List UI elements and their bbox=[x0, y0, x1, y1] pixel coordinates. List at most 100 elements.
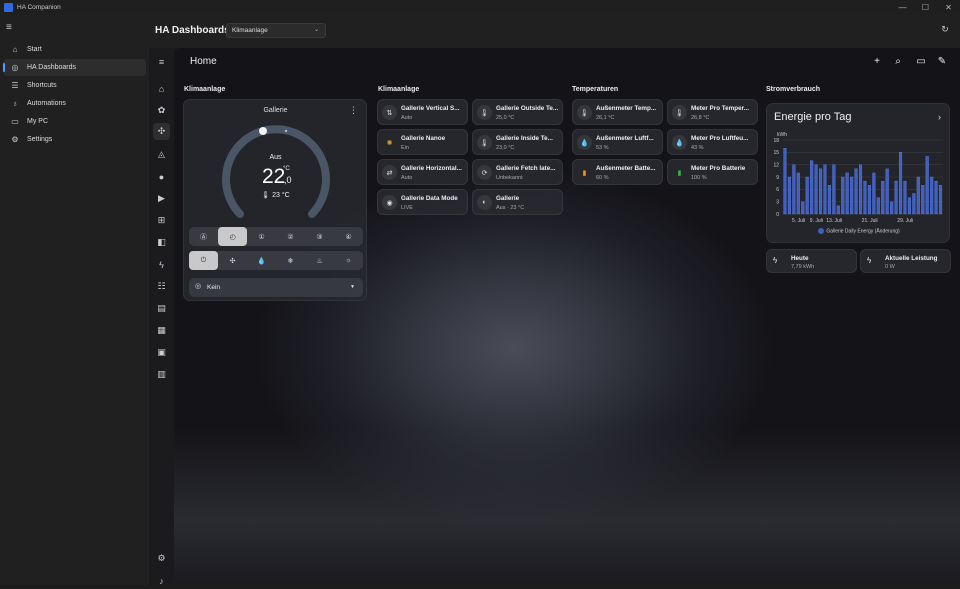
tile-heute[interactable]: ϟ Heute 7,79 kWh bbox=[766, 249, 857, 273]
rail-paint-icon[interactable]: ◬ bbox=[153, 146, 170, 163]
nav-item-my-pc[interactable]: ▭ My PC bbox=[3, 113, 146, 130]
header-bar: HA Dashboards Klimaanlage ⌄ ↻ bbox=[149, 14, 960, 48]
hamburger-menu-icon[interactable]: ≡ bbox=[6, 22, 20, 34]
bar bbox=[885, 168, 889, 215]
thermostat-state: Aus bbox=[269, 154, 282, 161]
legend-swatch bbox=[818, 228, 825, 234]
current-temperature: 🌡 23 °C bbox=[261, 192, 290, 199]
rail-list-icon[interactable]: ☷ bbox=[153, 278, 170, 295]
preset-select[interactable]: ◎ Kein ▼ bbox=[189, 278, 363, 297]
assist-chat-icon[interactable]: ▭ bbox=[914, 56, 928, 70]
bar bbox=[859, 164, 863, 215]
x-tick-label: 13. Juli bbox=[826, 218, 842, 224]
tile-state: 25,0 °C bbox=[496, 115, 515, 121]
rail-chart-icon[interactable]: ▤ bbox=[153, 300, 170, 317]
heat-button[interactable]: ♨ bbox=[305, 251, 334, 270]
entity-tile[interactable]: ✺ Gallerie Nanoe Ein bbox=[377, 129, 468, 155]
entity-tile[interactable]: 🌡 Gallerie Inside Te... 23,0 °C bbox=[472, 129, 563, 155]
entity-tile[interactable]: 💧 Meter Pro Luftfeu... 43 % bbox=[667, 129, 758, 155]
rail-menu-icon[interactable]: ≡ bbox=[153, 53, 170, 70]
bar bbox=[801, 201, 805, 215]
target-temperature: 22 bbox=[262, 165, 286, 188]
refresh-icon[interactable]: ↻ bbox=[938, 24, 952, 38]
chevron-right-icon[interactable]: › bbox=[938, 112, 941, 122]
temperature-unit: °C bbox=[283, 166, 290, 172]
entity-tile[interactable]: ⟳ Gallerie Fetch late... Unbekannt bbox=[472, 159, 563, 185]
chart-legend[interactable]: Gallerie Daily Energy (Änderung) bbox=[767, 228, 951, 234]
nav-item-shortcuts[interactable]: ☰ Shortcuts bbox=[3, 77, 146, 94]
fan-only-button[interactable]: ✣ bbox=[218, 251, 247, 270]
rail-media-icon[interactable]: ▣ bbox=[153, 344, 170, 361]
y-tick-label: 15 bbox=[773, 150, 779, 156]
view-title: Home bbox=[190, 56, 217, 67]
battery-full-icon: ▮ bbox=[677, 169, 682, 177]
edit-pencil-icon[interactable]: ✎ bbox=[935, 56, 949, 70]
rail-home-icon[interactable]: ⌂ bbox=[153, 80, 170, 97]
tile-name: Außenmeter Batte... bbox=[596, 165, 656, 172]
dry-button[interactable]: 💧 bbox=[247, 251, 276, 270]
fan-auto-button[interactable]: Ⓐ bbox=[189, 227, 218, 246]
bar bbox=[810, 160, 814, 215]
rail-bell-icon[interactable]: ♪ bbox=[153, 572, 170, 589]
tile-name: Außenmeter Temp... bbox=[596, 105, 657, 112]
entity-tile[interactable]: ◐ Gallerie Aus · 23 °C bbox=[472, 189, 563, 215]
add-icon[interactable]: + bbox=[870, 56, 884, 70]
close-button[interactable]: ✕ bbox=[937, 0, 960, 14]
bar bbox=[890, 201, 894, 215]
entity-tile[interactable]: ⇄ Gallerie Horizontal... Auto bbox=[377, 159, 468, 185]
nav-item-settings[interactable]: ⚙ Settings bbox=[3, 131, 146, 148]
rail-person-icon[interactable]: ● bbox=[153, 168, 170, 185]
rail-calendar-icon[interactable]: ▥ bbox=[153, 366, 170, 383]
entity-tile[interactable]: ▮ Außenmeter Batte... 60 % bbox=[572, 159, 663, 185]
y-tick-label: 9 bbox=[776, 175, 779, 181]
fan-high-button[interactable]: ③ bbox=[305, 227, 334, 246]
tile-name: Gallerie Vertical S... bbox=[401, 105, 460, 112]
maximize-button[interactable]: ☐ bbox=[914, 0, 937, 14]
tile-aktuelle-leistung[interactable]: ϟ Aktuelle Leistung 0 W bbox=[860, 249, 951, 273]
entity-tile[interactable]: 💧 Außenmeter Luftf... 53 % bbox=[572, 129, 663, 155]
rail-store-icon[interactable]: ▦ bbox=[153, 322, 170, 339]
rail-garden-icon[interactable]: ✿ bbox=[153, 102, 170, 119]
rail-settings-icon[interactable]: ⚙ bbox=[153, 550, 170, 567]
rail-play-icon[interactable]: ▶ bbox=[153, 190, 170, 207]
entity-tile[interactable]: 🌡 Gallerie Outside Te... 25,0 °C bbox=[472, 99, 563, 125]
tile-state: 23,0 °C bbox=[496, 145, 515, 151]
section-title-temperatures: Temperaturen bbox=[572, 86, 619, 93]
gear-icon: ⚙ bbox=[11, 135, 19, 144]
lightning-icon: ϟ bbox=[867, 256, 872, 265]
rail-fan-icon[interactable]: ✣ bbox=[153, 123, 170, 140]
more-options-icon[interactable]: ⋮ bbox=[349, 105, 358, 116]
chevron-down-icon: ⌄ bbox=[313, 27, 319, 33]
rail-lightning-icon[interactable]: ϟ bbox=[153, 256, 170, 273]
heat-cool-button[interactable]: ☼ bbox=[334, 251, 363, 270]
thermometer-icon: 🌡 bbox=[672, 105, 687, 120]
cool-button[interactable]: ❄ bbox=[276, 251, 305, 270]
battery-icon: ▮ bbox=[582, 169, 587, 177]
bar bbox=[832, 164, 836, 215]
navigation-pane: ≡ ⌂ Start ◎ HA Dashboards ☰ Shortcuts ♁ Auto… bbox=[0, 14, 149, 585]
fan-quiet-button[interactable]: ◴ bbox=[218, 227, 247, 246]
fan-max-button[interactable]: ④ bbox=[334, 227, 363, 246]
y-tick-label: 12 bbox=[773, 162, 779, 168]
fan-medium-button[interactable]: ② bbox=[276, 227, 305, 246]
entity-tile[interactable]: ◉ Gallerie Data Mode LIVE bbox=[377, 189, 468, 215]
entity-tile[interactable]: 🌡 Meter Pro Temper... 26,8 °C bbox=[667, 99, 758, 125]
entity-tile[interactable]: ⇅ Gallerie Vertical S... Auto bbox=[377, 99, 468, 125]
dashboard-select[interactable]: Klimaanlage ⌄ bbox=[226, 23, 326, 38]
entity-tile[interactable]: 🌡 Außenmeter Temp... 26,1 °C bbox=[572, 99, 663, 125]
search-icon[interactable]: ⌕ bbox=[891, 56, 905, 70]
tile-name: Gallerie Fetch late... bbox=[496, 165, 556, 172]
nav-item-start[interactable]: ⌂ Start bbox=[3, 41, 146, 58]
laptop-icon: ▭ bbox=[11, 117, 19, 126]
power-off-button[interactable]: ⏻ bbox=[189, 251, 218, 270]
water-drop-icon: 💧 bbox=[577, 135, 592, 150]
dial-handle bbox=[259, 127, 267, 135]
minimize-button[interactable]: — bbox=[891, 0, 914, 14]
dial-current-marker bbox=[284, 129, 288, 133]
nav-item-automations[interactable]: ♁ Automations bbox=[3, 95, 146, 112]
fan-low-button[interactable]: ① bbox=[247, 227, 276, 246]
rail-table-icon[interactable]: ⊞ bbox=[153, 212, 170, 229]
entity-tile[interactable]: ▮ Meter Pro Batterie 100 % bbox=[667, 159, 758, 185]
rail-door-icon[interactable]: ◧ bbox=[153, 234, 170, 251]
nav-item-ha-dashboards[interactable]: ◎ HA Dashboards bbox=[3, 59, 146, 76]
